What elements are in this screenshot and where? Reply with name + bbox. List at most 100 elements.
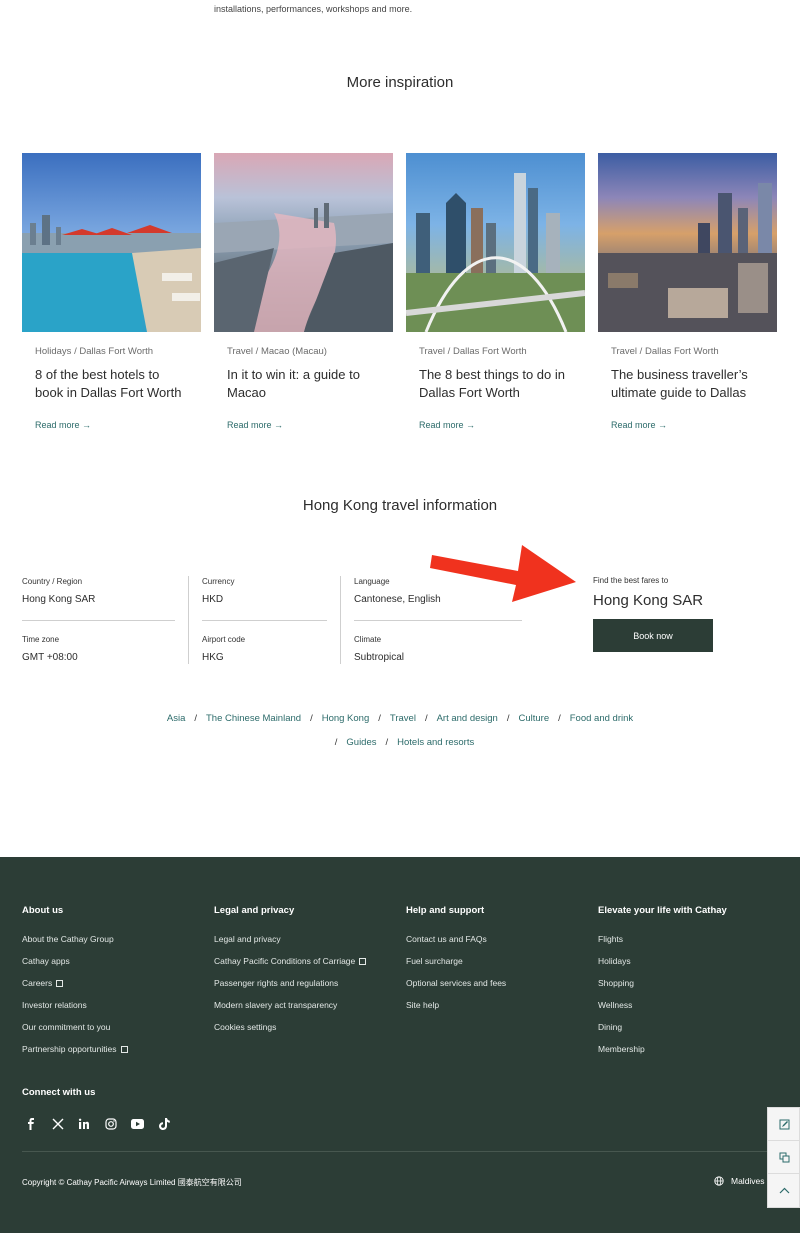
tag-food-and-drink[interactable]: Food and drink [570, 713, 633, 724]
info-value-language: Cantonese, English [354, 594, 441, 605]
floating-toolbar [767, 1107, 800, 1208]
divider [22, 620, 175, 621]
article-card[interactable]: Travel / Macao (Macau) In it to win it: … [214, 153, 393, 433]
instagram-icon[interactable] [102, 1115, 120, 1133]
footer-link[interactable]: Legal and privacy [214, 933, 366, 955]
section-title-travel-info: Hong Kong travel information [302, 497, 498, 514]
card-category[interactable]: Travel / Macao (Macau) [227, 346, 380, 357]
tag-hong-kong[interactable]: Hong Kong [322, 713, 370, 724]
article-card[interactable]: Holidays / Dallas Fort Worth 8 of the be… [22, 153, 201, 433]
tag-asia[interactable]: Asia [167, 713, 185, 724]
article-card[interactable]: Travel / Dallas Fort Worth The 8 best th… [406, 153, 585, 433]
article-card[interactable]: Travel / Dallas Fort Worth The business … [598, 153, 777, 433]
tag-separator: / [558, 713, 561, 724]
footer-link[interactable]: Flights [598, 933, 727, 955]
tiktok-icon[interactable] [155, 1115, 173, 1133]
footer-link[interactable]: Passenger rights and regulations [214, 977, 366, 999]
footer-heading: Elevate your life with Cathay [598, 905, 727, 916]
card-image-macao [214, 153, 393, 332]
footer-link[interactable]: Site help [406, 999, 506, 1021]
info-value-airport: HKG [202, 652, 224, 663]
linkedin-icon[interactable] [75, 1115, 93, 1133]
footer-link[interactable]: Cookies settings [214, 1021, 366, 1043]
info-value-timezone: GMT +08:00 [22, 652, 78, 663]
footer-link[interactable]: Fuel surcharge [406, 955, 506, 977]
card-title[interactable]: The 8 best things to do in Dallas Fort W… [419, 366, 572, 402]
external-link-icon [359, 958, 367, 965]
compare-button[interactable] [768, 1141, 800, 1174]
footer-link[interactable]: Partnership opportunities [22, 1043, 128, 1065]
info-label-airport: Airport code [202, 635, 246, 644]
book-now-button[interactable]: Book now [593, 619, 713, 652]
footer-link[interactable]: Optional services and fees [406, 977, 506, 999]
fares-label: Find the best fares to [593, 576, 669, 585]
feedback-button[interactable] [768, 1108, 800, 1141]
divider [188, 576, 189, 664]
footer-link[interactable]: Investor relations [22, 999, 128, 1021]
copy-icon [779, 1152, 790, 1162]
intro-text: installations, performances, workshops a… [214, 4, 413, 14]
footer-link[interactable]: Careers [22, 977, 128, 999]
footer-link[interactable]: Contact us and FAQs [406, 933, 506, 955]
card-category[interactable]: Holidays / Dallas Fort Worth [35, 346, 188, 357]
tag-list: / Guides / Hotels and resorts [0, 737, 800, 748]
x-icon[interactable] [49, 1115, 67, 1133]
tag-separator: / [194, 713, 197, 724]
footer-heading: Legal and privacy [214, 905, 295, 916]
tag-travel[interactable]: Travel [390, 713, 416, 724]
tag-culture[interactable]: Culture [518, 713, 549, 724]
card-title[interactable]: In it to win it: a guide to Macao [227, 366, 380, 402]
globe-icon [714, 1176, 724, 1186]
footer-divider [22, 1151, 778, 1152]
card-image-pool [22, 153, 201, 332]
footer-link[interactable]: About the Cathay Group [22, 933, 128, 955]
footer-link[interactable]: Holidays [598, 955, 727, 977]
chevron-up-icon [779, 1187, 790, 1194]
card-category[interactable]: Travel / Dallas Fort Worth [611, 346, 764, 357]
tag-hotels-and-resorts[interactable]: Hotels and resorts [397, 737, 474, 748]
back-to-top-button[interactable] [768, 1174, 800, 1207]
info-label-language: Language [354, 577, 390, 586]
divider [340, 576, 341, 664]
footer-link[interactable]: Membership [598, 1043, 727, 1065]
card-title[interactable]: 8 of the best hotels to book in Dallas F… [35, 366, 188, 402]
region-label: Maldives [731, 1176, 765, 1186]
tag-art-and-design[interactable]: Art and design [437, 713, 498, 724]
footer-link[interactable]: Our commitment to you [22, 1021, 128, 1043]
footer-heading: Help and support [406, 905, 485, 916]
connect-heading: Connect with us [22, 1087, 96, 1098]
edit-icon [779, 1119, 790, 1129]
youtube-icon[interactable] [128, 1115, 146, 1133]
info-label-timezone: Time zone [22, 635, 60, 644]
footer-link[interactable]: Dining [598, 1021, 727, 1043]
site-footer: About us About the Cathay Group Cathay a… [0, 857, 800, 1233]
read-more-link[interactable]: Read more → [419, 420, 475, 430]
card-title[interactable]: The business traveller’s ultimate guide … [611, 366, 764, 402]
footer-link[interactable]: Wellness [598, 999, 727, 1021]
copyright-text: Copyright © Cathay Pacific Airways Limit… [22, 1178, 242, 1187]
tag-separator: / [378, 713, 381, 724]
read-more-link[interactable]: Read more → [227, 420, 283, 430]
footer-link[interactable]: Cathay apps [22, 955, 128, 977]
region-selector[interactable]: Maldives [714, 1176, 765, 1186]
tag-guides[interactable]: Guides [346, 737, 376, 748]
card-category[interactable]: Travel / Dallas Fort Worth [419, 346, 572, 357]
footer-column-help: Help and support Contact us and FAQs Fue… [406, 905, 506, 1021]
tag-separator: / [424, 713, 428, 724]
info-label-currency: Currency [202, 577, 235, 586]
info-label-country: Country / Region [22, 577, 83, 586]
footer-link[interactable]: Shopping [598, 977, 727, 999]
external-link-icon [120, 1046, 128, 1053]
facebook-icon[interactable] [22, 1115, 40, 1133]
tag-chinese-mainland[interactable]: The Chinese Mainland [206, 713, 301, 724]
read-more-link[interactable]: Read more → [611, 420, 667, 430]
divider [202, 620, 327, 621]
tag-separator: / [385, 737, 389, 748]
tag-separator: / [310, 713, 313, 724]
info-value-currency: HKD [202, 594, 224, 605]
footer-link[interactable]: Modern slavery act transparency [214, 999, 366, 1021]
footer-link[interactable]: Cathay Pacific Conditions of Carriage [214, 955, 367, 977]
tag-list: Asia / The Chinese Mainland / Hong Kong / Trav… [0, 713, 800, 724]
info-value-country: Hong Kong SAR [22, 594, 96, 605]
read-more-link[interactable]: Read more → [35, 420, 91, 430]
